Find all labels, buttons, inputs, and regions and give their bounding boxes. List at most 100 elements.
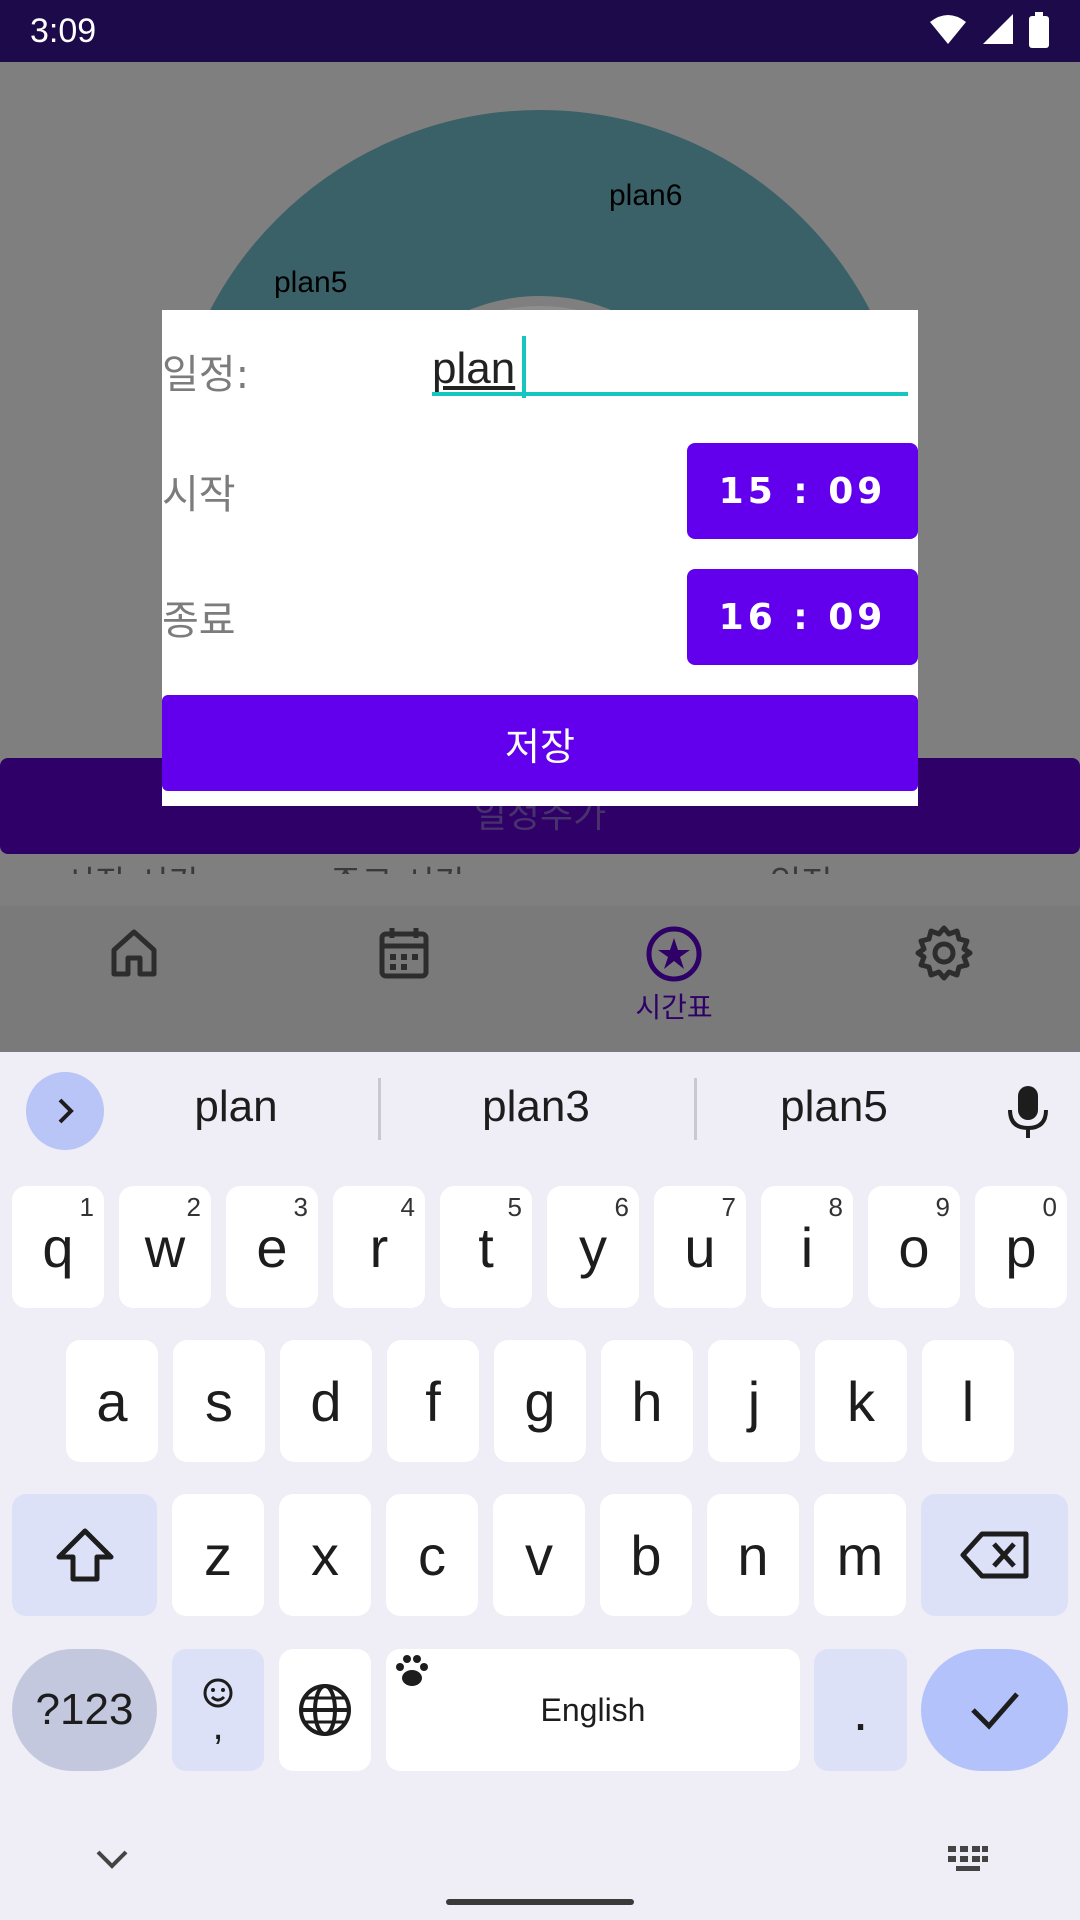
key-hint: 3 [293, 1192, 308, 1222]
key-hint: 2 [186, 1192, 201, 1222]
key-label: h [631, 1369, 663, 1433]
key-label: v [525, 1523, 553, 1587]
key-label: t [478, 1215, 494, 1279]
nav-home[interactable] [74, 924, 194, 1034]
column-header-start: 시작 시간 [64, 856, 200, 874]
home-icon [111, 929, 157, 977]
chart-label-plan6: plan6 [609, 179, 683, 212]
key-s[interactable]: s [173, 1340, 265, 1462]
key-label: u [684, 1215, 716, 1279]
key-v[interactable]: v [493, 1494, 585, 1616]
key-label: q [42, 1215, 74, 1279]
end-time-button[interactable]: 16 : 09 [687, 569, 918, 665]
start-time-button[interactable]: 15 : 09 [687, 443, 918, 539]
save-button[interactable]: 저장 [162, 695, 918, 791]
shift-key[interactable] [12, 1494, 157, 1616]
key-label: w [144, 1215, 186, 1279]
status-icons [920, 12, 1050, 48]
nav-calendar[interactable] [344, 924, 464, 1034]
key-m[interactable]: m [814, 1494, 906, 1616]
key-f[interactable]: f [387, 1340, 479, 1462]
suggestion-1[interactable]: plan [86, 1082, 386, 1132]
key-r[interactable]: r4 [333, 1186, 425, 1308]
start-label: 시작 [162, 472, 236, 518]
key-label: b [630, 1523, 662, 1587]
nav-timetable[interactable]: 시간표 [614, 924, 734, 1034]
star-circle-icon [646, 926, 702, 982]
period-key[interactable]: . [814, 1649, 907, 1771]
key-j[interactable]: j [708, 1340, 800, 1462]
chevron-right-icon [58, 1098, 74, 1124]
key-label: s [205, 1369, 233, 1433]
key-l[interactable]: l [922, 1340, 1014, 1462]
microphone-icon[interactable] [1000, 1084, 1056, 1140]
keyboard-switch-icon[interactable] [946, 1844, 990, 1874]
done-key[interactable] [921, 1649, 1068, 1771]
status-bar: 3:09 [0, 0, 1080, 62]
shift-icon [56, 1528, 113, 1582]
battery-icon [1029, 12, 1049, 48]
key-h[interactable]: h [601, 1340, 693, 1462]
space-key-label: English [540, 1691, 646, 1728]
wifi-icon [929, 15, 966, 44]
key-o[interactable]: o9 [868, 1186, 960, 1308]
key-t[interactable]: t5 [440, 1186, 532, 1308]
nav-settings[interactable] [884, 924, 1004, 1034]
key-z[interactable]: z [172, 1494, 264, 1616]
key-label: j [747, 1369, 761, 1433]
suggestion-3[interactable]: plan5 [684, 1082, 984, 1132]
suggestion-divider [378, 1078, 381, 1140]
key-label: z [204, 1523, 232, 1587]
key-i[interactable]: i8 [761, 1186, 853, 1308]
key-label: e [256, 1215, 288, 1279]
key-label: o [898, 1215, 930, 1279]
paw-icon [396, 1655, 428, 1686]
key-label: f [425, 1369, 441, 1433]
key-label: d [310, 1369, 342, 1433]
bottom-navigation: 시간표 [0, 906, 1080, 1052]
key-label: g [524, 1369, 556, 1433]
key-b[interactable]: b [600, 1494, 692, 1616]
key-label: i [800, 1215, 814, 1279]
hide-keyboard-icon[interactable] [92, 1844, 132, 1874]
add-plan-dialog: 일정: plan 시작 15 : 09 종료 16 : 09 저장 [162, 310, 918, 806]
suggestion-2[interactable]: plan3 [386, 1082, 686, 1132]
backspace-key[interactable] [921, 1494, 1068, 1616]
key-label: p [1005, 1215, 1037, 1279]
key-g[interactable]: g [494, 1340, 586, 1462]
end-label: 종료 [162, 598, 236, 644]
key-u[interactable]: u7 [654, 1186, 746, 1308]
text-cursor [522, 336, 526, 398]
key-c[interactable]: c [386, 1494, 478, 1616]
key-label: a [96, 1369, 128, 1433]
backspace-icon [960, 1531, 1028, 1579]
key-p[interactable]: p0 [975, 1186, 1067, 1308]
key-a[interactable]: a [66, 1340, 158, 1462]
key-q[interactable]: q1 [12, 1186, 104, 1308]
check-icon [970, 1692, 1019, 1730]
key-hint: 9 [935, 1192, 950, 1222]
home-gesture-bar[interactable] [446, 1899, 634, 1905]
nav-timetable-label: 시간표 [635, 991, 713, 1024]
symbols-key[interactable]: ?123 [12, 1649, 157, 1771]
key-y[interactable]: y6 [547, 1186, 639, 1308]
gear-icon [915, 925, 973, 981]
key-d[interactable]: d [280, 1340, 372, 1462]
emoji-comma-key[interactable]: , [172, 1649, 264, 1771]
key-label: r [369, 1215, 389, 1279]
key-k[interactable]: k [815, 1340, 907, 1462]
key-hint: 1 [79, 1192, 94, 1222]
key-w[interactable]: w2 [119, 1186, 211, 1308]
key-e[interactable]: e3 [226, 1186, 318, 1308]
key-hint: 5 [507, 1192, 522, 1222]
key-x[interactable]: x [279, 1494, 371, 1616]
status-time: 3:09 [30, 12, 97, 50]
column-header-plan: 일정 [770, 856, 833, 874]
globe-icon [299, 1684, 351, 1736]
calendar-icon [379, 928, 429, 979]
space-key[interactable]: English [386, 1649, 800, 1771]
language-key[interactable] [279, 1649, 371, 1771]
key-n[interactable]: n [707, 1494, 799, 1616]
key-hint: 4 [400, 1192, 415, 1222]
key-hint: 7 [721, 1192, 736, 1222]
